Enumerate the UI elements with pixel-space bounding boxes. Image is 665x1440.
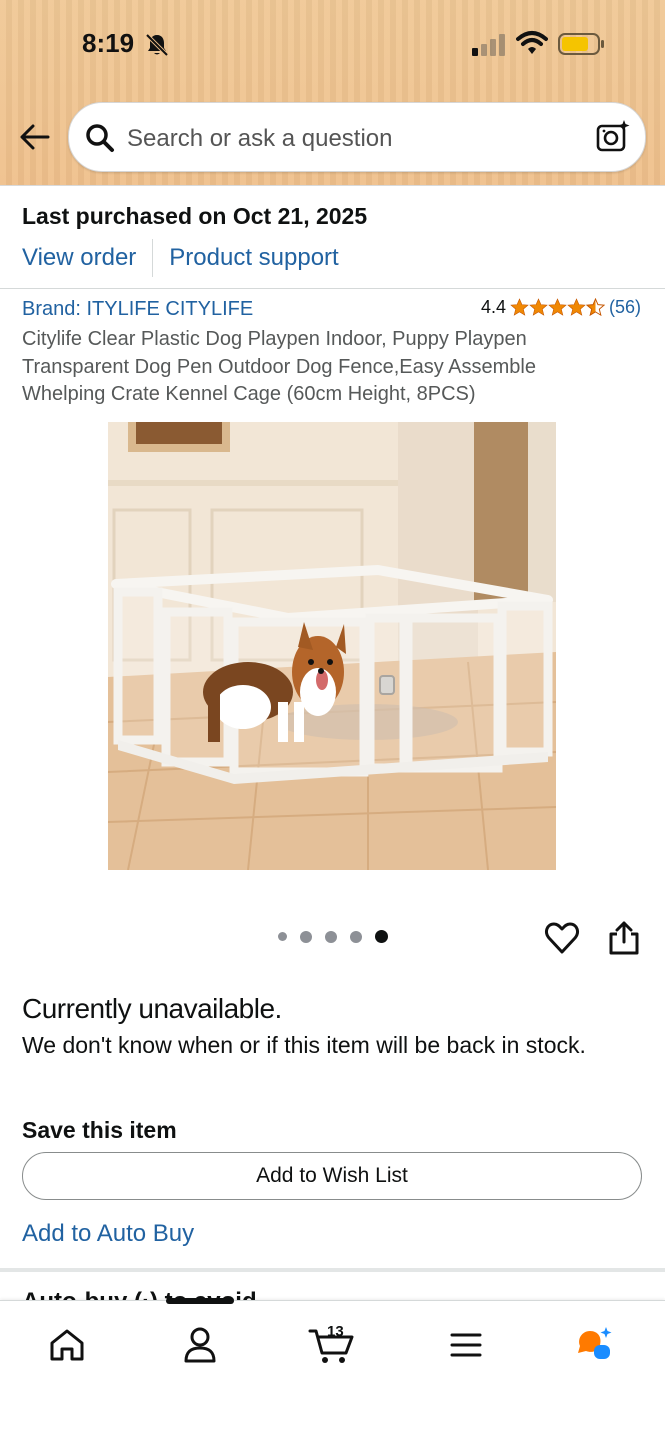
product-title: Citylife Clear Plastic Dog Playpen Indoo… <box>22 328 536 405</box>
carousel-dot[interactable] <box>300 930 312 943</box>
image-carousel-dots[interactable] <box>278 930 401 943</box>
section-divider <box>0 1268 665 1272</box>
header: 8:19 Search or ask a question <box>0 0 665 186</box>
brand-link[interactable]: Brand: ITYLIFE CITYLIFE <box>22 298 253 321</box>
bell-muted-icon <box>145 33 169 57</box>
bottom-nav: 13 <box>0 1298 665 1440</box>
carousel-dot[interactable] <box>278 932 287 941</box>
rating-value: 4.4 <box>480 297 506 317</box>
product-image[interactable] <box>108 422 556 870</box>
camera-lens-icon[interactable] <box>595 119 631 155</box>
view-order-link[interactable]: View order <box>22 244 136 272</box>
menu-icon[interactable] <box>446 1325 486 1365</box>
section-divider <box>0 288 665 289</box>
search-input[interactable]: Search or ask a question <box>68 102 646 172</box>
carousel-dot-active[interactable] <box>375 930 388 943</box>
product-support-link[interactable]: Product support <box>169 244 338 272</box>
rufus-icon[interactable] <box>574 1325 614 1365</box>
availability-title: Currently unavailable. <box>22 993 282 1024</box>
add-to-auto-buy-link[interactable]: Add to Auto Buy <box>22 1220 194 1248</box>
cart-count: 13 <box>327 1323 344 1340</box>
rating[interactable]: 4.4 (56) <box>481 297 641 318</box>
search-icon <box>86 124 114 152</box>
last-purchased-title: Last purchased on Oct 21, 2025 <box>22 203 368 229</box>
account-icon[interactable] <box>180 1325 220 1365</box>
signal-icon <box>472 34 505 56</box>
availability-text: We don't know when or if this item will … <box>22 1032 586 1058</box>
star-rating-icon <box>510 298 605 317</box>
wifi-icon <box>516 31 548 54</box>
rating-count: (56) <box>608 297 641 317</box>
carousel-dot[interactable] <box>350 930 362 943</box>
links-divider <box>152 239 154 277</box>
carousel-dot[interactable] <box>325 930 337 943</box>
battery-icon <box>558 33 604 55</box>
active-tab-indicator <box>166 1298 234 1304</box>
save-item-title: Save this item <box>22 1117 177 1143</box>
add-to-wish-list-button[interactable]: Add to Wish List <box>22 1152 642 1200</box>
home-icon[interactable] <box>47 1325 87 1365</box>
cart-button[interactable]: 13 <box>308 1323 356 1365</box>
search-placeholder: Search or ask a question <box>127 125 393 152</box>
back-arrow-icon[interactable] <box>18 122 52 152</box>
status-time: 8:19 <box>82 28 135 58</box>
purchase-links: View order Product support <box>22 239 339 277</box>
heart-icon[interactable] <box>544 920 580 956</box>
share-icon[interactable] <box>608 920 640 956</box>
